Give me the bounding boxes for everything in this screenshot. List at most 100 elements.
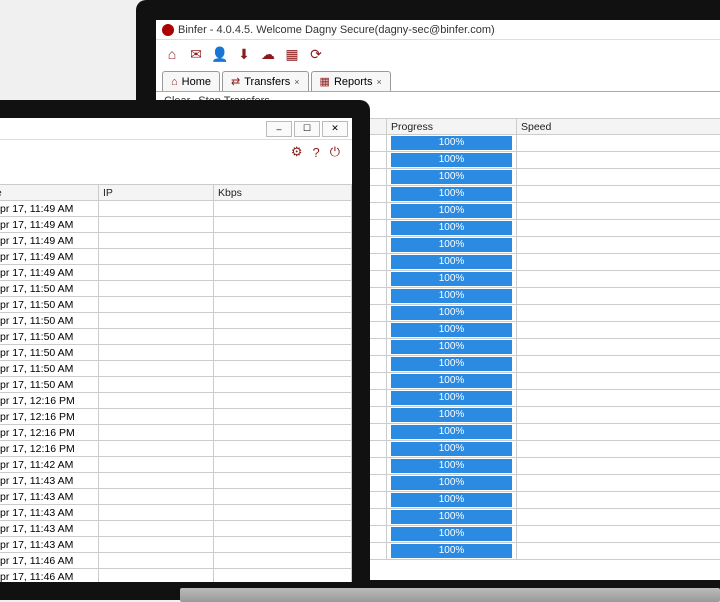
mail-icon[interactable]: ✉ (188, 46, 204, 62)
time-cell: Apr 17, 12:16 PM (0, 425, 99, 441)
table-row[interactable]: Apr 17, 11:49 AM (0, 217, 352, 233)
ip-cell (99, 569, 214, 583)
progress-cell: 100% (387, 254, 517, 271)
refresh-icon[interactable]: ⟳ (308, 46, 324, 62)
speed-cell (517, 220, 720, 237)
tab-home[interactable]: ⌂Home (162, 71, 220, 91)
log-grid: teIPKbpsApr 17, 11:49 AMApr 17, 11:49 AM… (0, 184, 352, 582)
grid-icon[interactable]: ▦ (284, 46, 300, 62)
time-cell: Apr 17, 11:49 AM (0, 249, 99, 265)
help-icon[interactable]: ? (312, 145, 319, 160)
col-header[interactable]: Kbps (214, 185, 352, 201)
ip-cell (99, 281, 214, 297)
kbps-cell (214, 489, 352, 505)
progress-bar: 100% (391, 493, 512, 507)
close-button[interactable]: ✕ (322, 121, 348, 137)
tab-close-icon[interactable]: × (376, 77, 381, 87)
kbps-cell (214, 441, 352, 457)
progress-cell: 100% (387, 424, 517, 441)
ip-cell (99, 409, 214, 425)
user-icon[interactable]: 👤 (212, 46, 228, 62)
ip-cell (99, 265, 214, 281)
time-cell: Apr 17, 11:49 AM (0, 265, 99, 281)
kbps-cell (214, 393, 352, 409)
progress-cell: 100% (387, 543, 517, 560)
power-icon[interactable]: ⏻ (330, 144, 340, 160)
table-row[interactable]: Apr 17, 11:43 AM (0, 537, 352, 553)
table-row[interactable]: Apr 17, 11:50 AM (0, 281, 352, 297)
progress-cell: 100% (387, 220, 517, 237)
kbps-cell (214, 297, 352, 313)
table-row[interactable]: Apr 17, 12:16 PM (0, 409, 352, 425)
table-row[interactable]: Apr 17, 12:16 PM (0, 425, 352, 441)
table-row[interactable]: Apr 17, 11:49 AM (0, 201, 352, 217)
table-row[interactable]: Apr 17, 11:50 AM (0, 377, 352, 393)
progress-bar: 100% (391, 306, 512, 320)
time-cell: Apr 17, 11:49 AM (0, 201, 99, 217)
kbps-cell (214, 409, 352, 425)
table-row[interactable]: Apr 17, 12:16 PM (0, 393, 352, 409)
speed-cell (517, 492, 720, 509)
download-icon[interactable]: ⬇ (236, 46, 252, 62)
ip-cell (99, 233, 214, 249)
progress-cell: 100% (387, 356, 517, 373)
table-row[interactable]: Apr 17, 11:43 AM (0, 521, 352, 537)
progress-bar: 100% (391, 136, 512, 150)
speed-cell (517, 390, 720, 407)
time-cell: Apr 17, 12:16 PM (0, 441, 99, 457)
progress-bar: 100% (391, 391, 512, 405)
progress-bar: 100% (391, 272, 512, 286)
kbps-cell (214, 473, 352, 489)
table-row[interactable]: Apr 17, 11:50 AM (0, 345, 352, 361)
table-row[interactable]: Apr 17, 11:46 AM (0, 553, 352, 569)
col-header[interactable]: Progress (387, 119, 517, 135)
progress-cell: 100% (387, 186, 517, 203)
ip-cell (99, 537, 214, 553)
front-toolbar: ⚙ ? ⏻ (0, 140, 352, 164)
tab-close-icon[interactable]: × (294, 77, 299, 87)
tab-icon: ▦ (320, 75, 330, 88)
kbps-cell (214, 553, 352, 569)
table-row[interactable]: Apr 17, 11:50 AM (0, 313, 352, 329)
speed-cell (517, 254, 720, 271)
tab-transfers[interactable]: ⇄Transfers× (222, 71, 309, 91)
table-row[interactable]: Apr 17, 11:50 AM (0, 361, 352, 377)
table-row[interactable]: Apr 17, 11:46 AM (0, 569, 352, 583)
progress-bar: 100% (391, 187, 512, 201)
table-row[interactable]: Apr 17, 11:49 AM (0, 233, 352, 249)
col-header[interactable]: IP (99, 185, 214, 201)
speed-cell (517, 288, 720, 305)
table-row[interactable]: Apr 17, 11:43 AM (0, 489, 352, 505)
kbps-cell (214, 521, 352, 537)
maximize-button[interactable]: ☐ (294, 121, 320, 137)
gear-icon[interactable]: ⚙ (291, 144, 303, 160)
table-row[interactable]: Apr 17, 11:43 AM (0, 473, 352, 489)
minimize-button[interactable]: – (266, 121, 292, 137)
col-header[interactable]: Speed (517, 119, 720, 135)
time-cell: Apr 17, 11:50 AM (0, 297, 99, 313)
col-header[interactable]: te (0, 185, 99, 201)
tab-reports[interactable]: ▦Reports× (311, 71, 391, 91)
progress-cell: 100% (387, 203, 517, 220)
speed-cell (517, 543, 720, 560)
window-controls: – ☐ ✕ (0, 118, 352, 140)
table-row[interactable]: Apr 17, 11:50 AM (0, 329, 352, 345)
progress-bar: 100% (391, 238, 512, 252)
table-row[interactable]: Apr 17, 11:43 AM (0, 505, 352, 521)
table-row[interactable]: Apr 17, 12:16 PM (0, 441, 352, 457)
front-app-window: – ☐ ✕ ⚙ ? ⏻ teIPKbpsApr 17, 11:49 AMApr … (0, 118, 352, 582)
speed-cell (517, 271, 720, 288)
table-row[interactable]: Apr 17, 11:50 AM (0, 297, 352, 313)
speed-cell (517, 441, 720, 458)
kbps-cell (214, 265, 352, 281)
progress-cell: 100% (387, 135, 517, 152)
table-row[interactable]: Apr 17, 11:49 AM (0, 265, 352, 281)
progress-bar: 100% (391, 527, 512, 541)
time-cell: Apr 17, 11:43 AM (0, 505, 99, 521)
speed-cell (517, 169, 720, 186)
table-row[interactable]: Apr 17, 11:42 AM (0, 457, 352, 473)
home-icon[interactable]: ⌂ (164, 46, 180, 62)
table-row[interactable]: Apr 17, 11:49 AM (0, 249, 352, 265)
cloud-icon[interactable]: ☁ (260, 46, 276, 62)
speed-cell (517, 237, 720, 254)
